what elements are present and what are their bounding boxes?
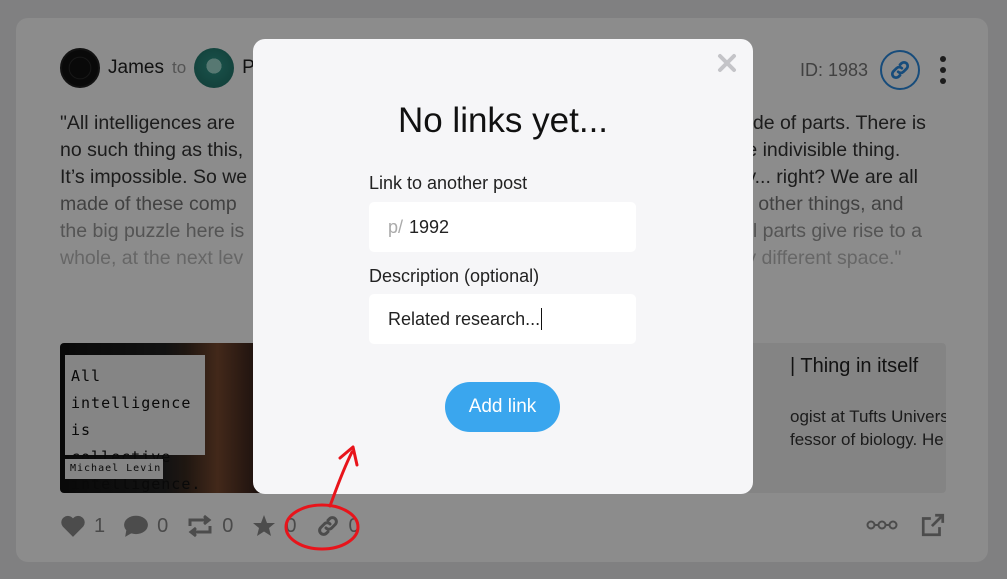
add-link-button[interactable]: Add link (445, 382, 560, 432)
post-prefix: p/ (388, 216, 404, 237)
close-icon[interactable] (715, 51, 739, 75)
modal-title: No links yet... (397, 101, 609, 140)
link-field-label: Link to another post (369, 173, 528, 193)
link-post-input[interactable]: p/ 1992 (369, 202, 636, 252)
add-link-modal: No links yet... Link to another post p/ … (253, 39, 753, 494)
description-input[interactable]: Related research... (369, 294, 636, 344)
description-field-label: Description (optional) (369, 266, 540, 286)
link-post-value: 1992 (409, 216, 450, 237)
description-value: Related research... (388, 308, 541, 329)
text-caret (541, 308, 543, 330)
